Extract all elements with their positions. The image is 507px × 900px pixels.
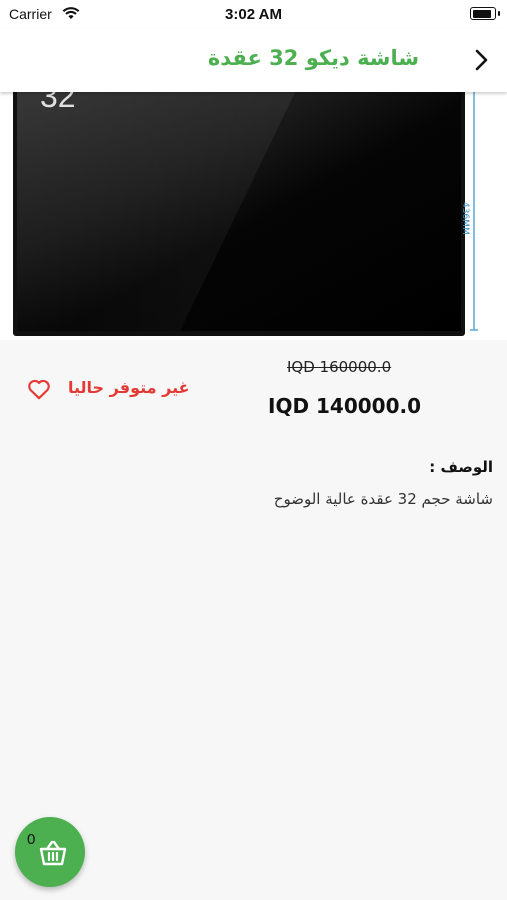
clock: 3:02 AM bbox=[225, 6, 282, 23]
description-text: شاشة حجم 32 عقدة عالية الوضوح bbox=[273, 490, 493, 508]
status-bar: Carrier 3:02 AM bbox=[0, 0, 507, 28]
current-price: IQD 140000.0 bbox=[268, 394, 422, 418]
basket-icon bbox=[39, 840, 67, 866]
product-image[interactable]: 32 436MM bbox=[0, 92, 507, 340]
page-title: شاشة ديكو 32 عقدة bbox=[207, 46, 419, 70]
chevron-right-icon bbox=[475, 49, 488, 71]
screen-size-label: 32 bbox=[40, 92, 76, 114]
battery-icon bbox=[470, 7, 500, 20]
back-button[interactable] bbox=[467, 46, 495, 74]
dimension-label: 436MM bbox=[460, 202, 470, 235]
nav-bar: شاشة ديكو 32 عقدة bbox=[0, 28, 507, 92]
description-title: الوصف : bbox=[429, 458, 493, 476]
price-section: IQD 160000.0 IQD 140000.0 غير متوفر حالي… bbox=[0, 340, 507, 440]
favorite-button[interactable] bbox=[26, 376, 52, 402]
cart-button[interactable]: 0 bbox=[15, 817, 85, 887]
cart-count-badge: 0 bbox=[27, 831, 36, 848]
availability-status: غير متوفر حاليا bbox=[68, 378, 190, 397]
battery-fill bbox=[472, 9, 491, 18]
heart-outline-icon bbox=[28, 379, 50, 400]
old-price: IQD 160000.0 bbox=[287, 358, 392, 376]
